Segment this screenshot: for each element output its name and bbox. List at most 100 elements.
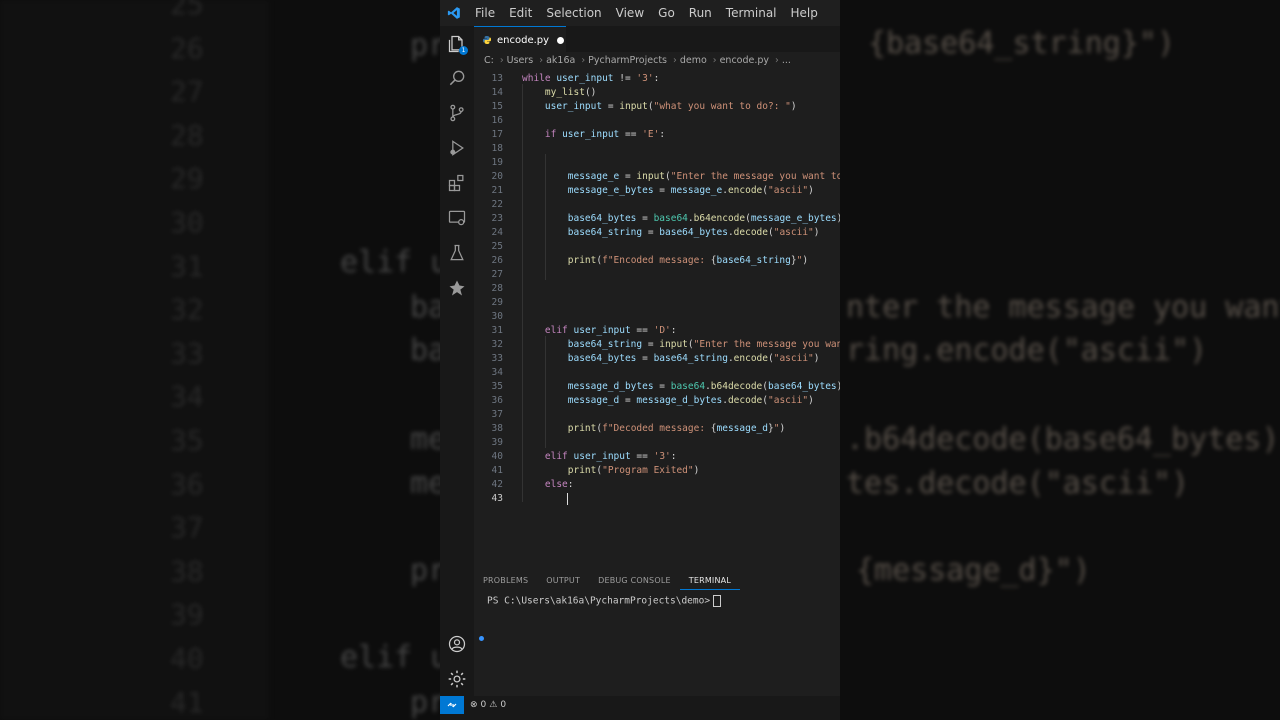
code-line[interactable]: 32 base64_string = input("Enter the mess… (474, 338, 840, 352)
code-line[interactable]: 20 message_e = input("Enter the message … (474, 170, 840, 184)
line-number: 36 (491, 395, 503, 406)
code-line[interactable]: 25 (474, 240, 840, 254)
code-line[interactable]: 35 message_d_bytes = base64.b64decode(ba… (474, 380, 840, 394)
background-code-fragment: {base64_string}") (868, 26, 1176, 61)
breadcrumb-item[interactable]: encode.py (720, 55, 769, 66)
breadcrumb-item[interactable]: PycharmProjects (588, 55, 667, 66)
tab-encode-py[interactable]: encode.py (474, 26, 566, 53)
menu-go[interactable]: Go (651, 0, 682, 26)
code-line[interactable]: 42 else: (474, 478, 840, 492)
code-line[interactable]: 41 print("Program Exited") (474, 464, 840, 478)
menu-bar: File Edit Selection View Go Run Terminal Help (468, 0, 825, 26)
background-sidebar (0, 0, 268, 720)
code-line[interactable]: 17 if user_input == 'E': (474, 128, 840, 142)
code-line[interactable]: 15 user_input = input("what you want to … (474, 100, 840, 114)
account-icon[interactable] (447, 634, 467, 654)
code-text: base64_bytes = base64.b64encode(message_… (567, 213, 840, 224)
code-line[interactable]: 24 base64_string = base64_bytes.decode("… (474, 226, 840, 240)
menu-help[interactable]: Help (784, 0, 825, 26)
line-number: 26 (491, 255, 503, 266)
error-icon: ⊗ (470, 700, 478, 710)
settings-gear-icon[interactable] (447, 669, 467, 689)
menu-edit[interactable]: Edit (502, 0, 539, 26)
explorer-badge: 1 (459, 46, 468, 55)
code-line[interactable]: 40 elif user_input == '3': (474, 450, 840, 464)
problems-status[interactable]: ⊗ 0 ⚠ 0 (470, 696, 506, 714)
search-icon[interactable] (447, 68, 467, 88)
background-line-number: 32 (170, 293, 204, 327)
menu-run[interactable]: Run (682, 0, 719, 26)
code-line[interactable]: 28 (474, 282, 840, 296)
extensions-icon[interactable] (447, 173, 467, 193)
breadcrumb-item[interactable]: ak16a (546, 55, 575, 66)
menu-terminal[interactable]: Terminal (719, 0, 784, 26)
remote-explorer-icon[interactable] (447, 208, 467, 228)
code-line[interactable]: 43 (474, 492, 840, 506)
menu-file[interactable]: File (468, 0, 502, 26)
line-number: 23 (491, 213, 503, 224)
unsaved-dot-icon[interactable] (557, 36, 565, 44)
terminal-indicator-icon (479, 636, 484, 641)
code-line[interactable]: 21 message_e_bytes = message_e.encode("a… (474, 184, 840, 198)
background-line-number: 31 (170, 249, 204, 283)
panel-tab-problems[interactable]: PROBLEMS (474, 572, 537, 590)
remote-indicator-icon[interactable] (440, 696, 464, 714)
code-line[interactable]: 38 print(f"Decoded message: {message_d}"… (474, 422, 840, 436)
code-line[interactable]: 19 (474, 156, 840, 170)
line-number: 25 (491, 241, 503, 252)
code-line[interactable]: 13 while user_input != '3': (474, 72, 840, 86)
line-number: 33 (491, 353, 503, 364)
panel-tab-debug-console[interactable]: DEBUG CONSOLE (589, 572, 680, 590)
code-line[interactable]: 14 my_list() (474, 86, 840, 100)
explorer-icon[interactable]: 1 (447, 34, 468, 55)
code-text: while user_input != '3': (522, 73, 660, 84)
background-code-fragment: pr (410, 28, 440, 63)
code-line[interactable]: 36 message_d = message_d_bytes.decode("a… (474, 394, 840, 408)
code-editor[interactable]: 13 while user_input != '3': 14 my_list() 15… (474, 70, 840, 510)
code-line[interactable]: 34 (474, 366, 840, 380)
breadcrumb-separator: › (712, 54, 717, 66)
breadcrumb-item[interactable]: ... (782, 55, 791, 66)
menu-selection[interactable]: Selection (539, 0, 608, 26)
code-text: elif user_input == 'D': (544, 325, 677, 336)
background-line-number: 29 (170, 162, 204, 196)
code-line[interactable]: 16 (474, 114, 840, 128)
code-line[interactable]: 29 (474, 296, 840, 310)
breadcrumb-item[interactable]: demo (680, 55, 707, 66)
testing-icon[interactable] (447, 243, 467, 263)
code-text: message_e_bytes = message_e.encode("asci… (567, 185, 814, 196)
code-line[interactable]: 22 (474, 198, 840, 212)
code-line[interactable]: 37 (474, 408, 840, 422)
panel-tab-output[interactable]: OUTPUT (537, 572, 589, 590)
breadcrumb-item[interactable]: C: (484, 55, 494, 66)
code-line[interactable]: 27 (474, 268, 840, 282)
background-line-number: 28 (170, 118, 204, 152)
breadcrumb-item[interactable]: Users (507, 55, 534, 66)
code-text: message_d_bytes = base64.b64decode(base6… (567, 381, 840, 392)
code-line[interactable]: 18 (474, 142, 840, 156)
code-text: print(f"Encoded message: {base64_string}… (567, 255, 809, 266)
breadcrumb-separator: › (539, 54, 544, 66)
background-line-number: 39 (170, 598, 204, 632)
run-debug-icon[interactable] (447, 138, 467, 158)
menu-view[interactable]: View (609, 0, 651, 26)
line-number: 28 (491, 283, 503, 294)
code-line[interactable]: 30 (474, 310, 840, 324)
line-number: 34 (491, 367, 503, 378)
copilot-icon[interactable] (447, 278, 467, 298)
code-line[interactable]: 33 base64_bytes = base64_string.encode("… (474, 352, 840, 366)
title-bar: File Edit Selection View Go Run Terminal Help (440, 0, 840, 26)
terminal[interactable]: PS C:\Users\ak16a\PycharmProjects\demo> (487, 595, 722, 607)
code-text: message_d = message_d_bytes.decode("asci… (567, 395, 814, 406)
source-control-icon[interactable] (447, 103, 467, 123)
panel-tab-terminal[interactable]: TERMINAL (679, 572, 741, 590)
breadcrumb-separator: › (775, 54, 779, 66)
background-code-fragment: me (410, 422, 440, 457)
code-line[interactable]: 26 print(f"Encoded message: {base64_stri… (474, 254, 840, 268)
background-code-fragment: .b64decode(base64_bytes) (846, 422, 1280, 457)
code-line[interactable]: 31 elif user_input == 'D': (474, 324, 840, 338)
code-line[interactable]: 39 (474, 436, 840, 450)
terminal-prompt: PS C:\Users\ak16a\PycharmProjects\demo> (487, 595, 711, 607)
code-line[interactable]: 23 base64_bytes = base64.b64encode(messa… (474, 212, 840, 226)
line-number: 32 (491, 339, 503, 350)
